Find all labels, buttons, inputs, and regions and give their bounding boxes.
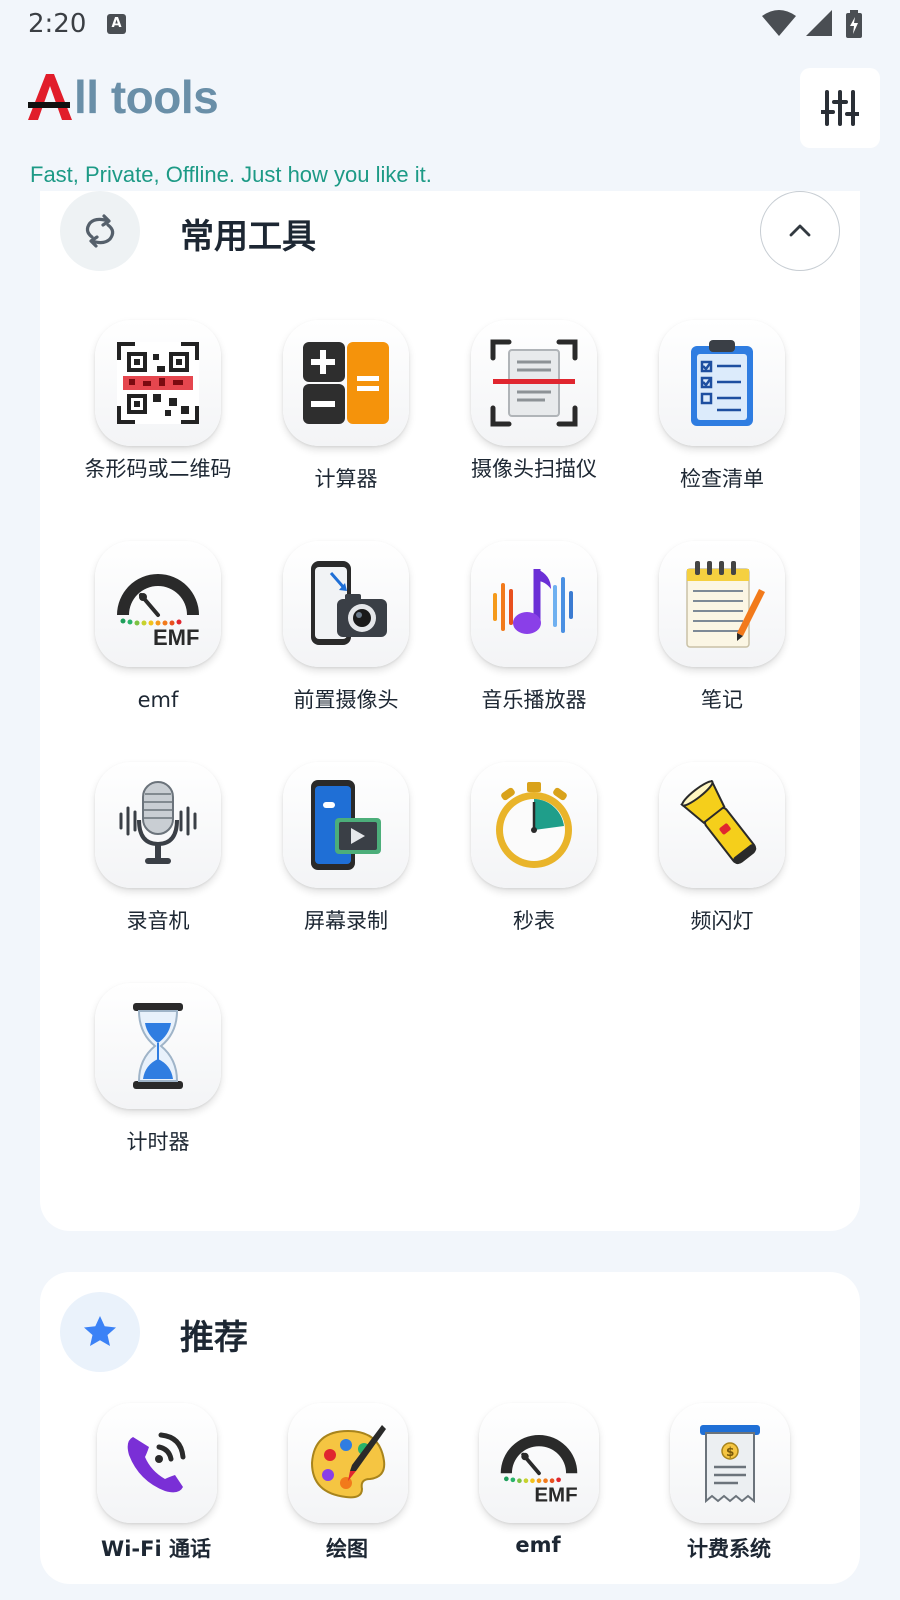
checklist-icon: [691, 340, 753, 426]
tool-tile[interactable]: [471, 541, 597, 667]
tool-tile[interactable]: [659, 762, 785, 888]
tool-tile[interactable]: [283, 541, 409, 667]
tool-notes[interactable]: 笔记: [627, 541, 817, 741]
app-title: ll tools: [74, 71, 219, 123]
tool-tile[interactable]: [471, 320, 597, 446]
hourglass-icon: [133, 1003, 183, 1089]
star-icon: [84, 1316, 116, 1346]
sliders-icon: [821, 90, 859, 126]
tool-label: 秒表: [513, 909, 555, 933]
battery-icon: [846, 10, 862, 38]
rec-wifi-calling[interactable]: Wi-Fi 通话: [61, 1403, 251, 1573]
rec-label: 计费系统: [687, 1537, 771, 1561]
signal-icon: [806, 10, 832, 36]
collapse-button[interactable]: [760, 191, 840, 271]
tool-emf[interactable]: EMF emf: [63, 541, 253, 741]
tool-checklist[interactable]: 检查清单: [627, 320, 817, 520]
tagline: Fast, Private, Offline. Just how you lik…: [30, 162, 432, 187]
status-bar: 2:20 A: [0, 0, 900, 50]
tool-tile[interactable]: [659, 541, 785, 667]
settings-button[interactable]: [800, 68, 880, 148]
paint-palette-icon: [310, 1425, 386, 1499]
recommended-title: 推荐: [180, 1318, 248, 1358]
rec-label: 绘图: [326, 1537, 368, 1561]
refresh-icon: [85, 214, 115, 248]
tool-tile[interactable]: [95, 983, 221, 1109]
tool-label: emf: [137, 688, 179, 712]
microphone-icon: [119, 781, 197, 864]
stopwatch-icon: [496, 782, 572, 868]
logo-a-icon: [28, 74, 72, 120]
tool-tile[interactable]: [283, 320, 409, 446]
tool-label: 录音机: [126, 909, 190, 933]
svg-text:EMF: EMF: [153, 625, 199, 649]
tool-qr-scanner[interactable]: 条形码或二维码: [63, 320, 253, 520]
system-icons: [762, 10, 872, 38]
tool-label: 摄像头扫描仪: [471, 457, 597, 481]
tool-label: 笔记: [701, 688, 743, 712]
rec-tile[interactable]: [288, 1403, 408, 1523]
tool-timer[interactable]: 计时器: [63, 983, 253, 1183]
chevron-up-icon: [789, 224, 811, 237]
wifi-icon: [762, 10, 796, 36]
tool-tile[interactable]: [283, 762, 409, 888]
tool-document-scanner[interactable]: 摄像头扫描仪: [439, 320, 629, 520]
status-time: 2:20: [28, 9, 87, 39]
wifi-call-icon: [127, 1432, 186, 1493]
recommended-icon-circle: [60, 1292, 140, 1372]
recommended-card: 推荐 Wi-Fi 通话 绘图 EMF emf $ 计费系统: [40, 1272, 860, 1584]
document-scanner-icon: [490, 339, 578, 427]
tool-stopwatch[interactable]: 秒表: [439, 762, 629, 962]
tool-label: 检查清单: [680, 467, 764, 491]
tool-screen-recorder[interactable]: 屏幕录制: [251, 762, 441, 962]
tool-front-camera[interactable]: 前置摄像头: [251, 541, 441, 741]
rec-tile[interactable]: $: [670, 1403, 790, 1523]
notification-icon: A: [107, 14, 126, 34]
tool-label: 屏幕录制: [304, 909, 388, 933]
svg-text:$: $: [726, 1445, 734, 1459]
qr-code-icon: [117, 342, 199, 424]
tool-label: 音乐播放器: [481, 688, 587, 712]
rec-tile[interactable]: EMF: [479, 1403, 599, 1523]
calculator-icon: [303, 342, 389, 424]
flashlight-icon: [680, 780, 757, 865]
rec-billing-system[interactable]: $ 计费系统: [634, 1403, 824, 1573]
rec-tile[interactable]: [97, 1403, 217, 1523]
tool-voice-recorder[interactable]: 录音机: [63, 762, 253, 962]
rec-label: Wi-Fi 通话: [101, 1537, 211, 1561]
tool-tile[interactable]: [95, 762, 221, 888]
rec-label: emf: [515, 1533, 561, 1557]
tool-tile[interactable]: [95, 320, 221, 446]
tool-label: 频闪灯: [690, 909, 754, 933]
tool-tile[interactable]: EMF: [95, 541, 221, 667]
tool-label: 计算器: [314, 467, 378, 491]
emf-meter-icon: EMF: [500, 1435, 578, 1505]
tool-calculator[interactable]: 计算器: [251, 320, 441, 520]
tool-strobe-light[interactable]: 频闪灯: [627, 762, 817, 962]
emf-meter-icon: EMF: [117, 574, 199, 649]
tool-label: 计时器: [126, 1130, 190, 1154]
music-note-icon: [493, 569, 573, 634]
tool-label: 前置摄像头: [293, 688, 399, 712]
screen-record-icon: [311, 780, 381, 870]
app-header: ll tools Fast, Private, Offline. Just ho…: [0, 60, 900, 190]
notepad-icon: [686, 561, 765, 648]
tool-tile[interactable]: [659, 320, 785, 446]
common-tools-title: 常用工具: [180, 217, 316, 257]
tool-tile[interactable]: [471, 762, 597, 888]
tool-music-player[interactable]: 音乐播放器: [439, 541, 629, 741]
svg-text:EMF: EMF: [534, 1483, 577, 1505]
common-tools-icon-circle: [60, 191, 140, 271]
tool-label: 条形码或二维码: [84, 457, 232, 481]
rec-emf[interactable]: EMF emf: [443, 1403, 633, 1573]
receipt-icon: $: [700, 1425, 760, 1504]
rec-drawing[interactable]: 绘图: [252, 1403, 442, 1573]
common-tools-card: 常用工具 条形码或二维码 计算器 摄像头扫描仪 检查清单 EMF emf 前置摄…: [40, 191, 860, 1231]
front-camera-icon: [311, 561, 387, 645]
